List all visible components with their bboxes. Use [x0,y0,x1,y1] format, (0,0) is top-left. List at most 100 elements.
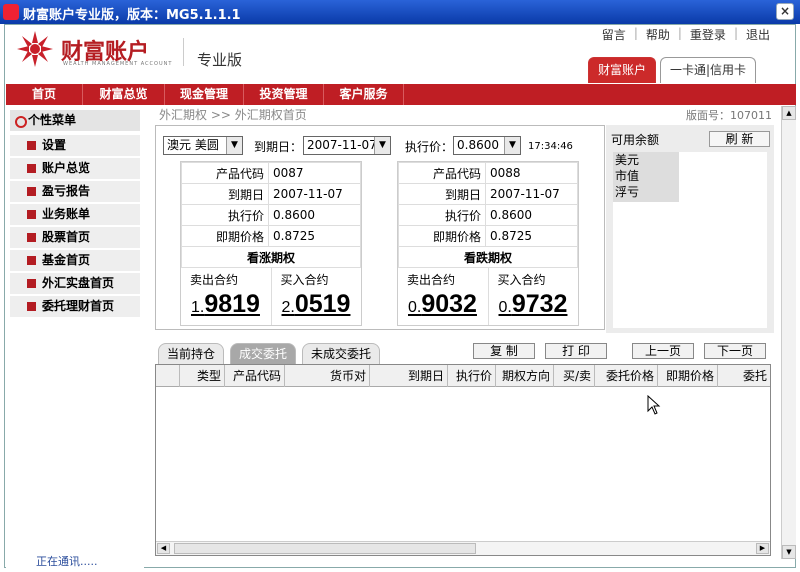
list-item[interactable]: 浮亏 [613,184,679,200]
expiry-select[interactable]: 2007-11-07 ▼ [303,136,391,155]
quote-row: 卖出合约 1.9819 买入合约 2.0519 [181,268,361,325]
close-button[interactable]: × [776,3,794,20]
nav-customer-service[interactable]: 客户服务 [324,84,404,105]
brand-divider [183,38,184,66]
nav-cash-management[interactable]: 现金管理 [165,84,244,105]
scroll-up-icon[interactable]: ▲ [782,106,796,120]
mouse-cursor-icon [647,395,661,415]
column-header[interactable]: 期权方向 [496,365,554,387]
column-header[interactable]: 产品代码 [225,365,285,387]
sidebar-item-statements[interactable]: 业务账单 [10,204,140,225]
sell-quote[interactable]: 卖出合约 0.9032 [398,268,489,325]
balance-panel: 可用余额 刷 新 美元 市值 浮亏 [606,125,774,333]
buy-quote[interactable]: 买入合约 2.0519 [272,268,362,325]
prev-page-button[interactable]: 上一页 [632,343,694,359]
nav-bar: 首页 财富总览 现金管理 投资管理 客户服务 [6,84,796,105]
strike-label: 执行价： [405,140,454,154]
scroll-thumb[interactable] [174,543,476,554]
app-icon [3,4,19,20]
tab-open-orders[interactable]: 未成交委托 [302,343,381,364]
sidebar-header[interactable]: 个性菜单 [10,110,140,131]
sidebar-item-pnl-report[interactable]: 盈亏报告 [10,181,140,202]
scroll-right-icon[interactable]: ▶ [756,543,769,554]
sidebar: 个性菜单 设置 账户总览 盈亏报告 业务账单 股票首页 基金首页 外汇实盘首页 … [6,108,144,568]
tab-filled-orders[interactable]: 成交委托 [230,343,297,364]
list-item[interactable]: 美元 [613,152,679,168]
column-header [156,365,180,387]
checkbox-icon [27,256,36,265]
column-header[interactable]: 委托 [718,365,770,387]
nav-wealth-overview[interactable]: 财富总览 [83,84,165,105]
call-option-card: 产品代码 0087 到期日 2007-11-07 执行价 0.8600 即期价格 0.8… [180,161,362,326]
column-header[interactable]: 即期价格 [658,365,718,387]
sidebar-item-label: 基金首页 [42,253,91,267]
checkbox-icon [27,187,36,196]
option-type-title: 看涨期权 [181,246,361,268]
currency-pair-select[interactable]: 澳元 美圆 ▼ [163,136,243,155]
version-label: 版面号：107011 [686,109,772,122]
sidebar-item-label: 设置 [42,138,67,152]
sidebar-item-label: 盈亏报告 [42,184,91,198]
buy-quote[interactable]: 买入合约 0.9732 [489,268,579,325]
top-links: 留言 | 帮助 | 重登录 | 退出 [594,26,778,43]
horizontal-scrollbar[interactable]: ◀ ▶ [156,541,770,555]
vertical-scrollbar[interactable]: ▲ ▼ [781,106,796,559]
sidebar-item-stocks[interactable]: 股票首页 [10,227,140,248]
field-label: 到期日 [398,183,486,205]
price-prefix: 1. [191,299,205,316]
sell-quote[interactable]: 卖出合约 1.9819 [181,268,272,325]
link-message[interactable]: 留言 [594,26,634,43]
sell-price: 0.9032 [408,290,477,319]
checkbox-icon [27,141,36,150]
checkbox-icon [27,164,36,173]
table-header: 类型 产品代码 货币对 到期日 执行价 期权方向 买/卖 委托价格 即期价格 委… [156,365,770,387]
nav-home[interactable]: 首页 [6,84,83,105]
column-header[interactable]: 买/卖 [554,365,595,387]
chevron-down-icon: ▼ [374,137,390,154]
next-page-button[interactable]: 下一页 [704,343,766,359]
field-label: 产品代码 [181,162,269,184]
link-logout[interactable]: 退出 [738,26,778,43]
breadcrumb: 外汇期权 >> 外汇期权首页 [159,108,307,122]
column-header[interactable]: 执行价 [448,365,496,387]
sidebar-item-settings[interactable]: 设置 [10,135,140,156]
nav-investment[interactable]: 投资管理 [244,84,324,105]
tab-card[interactable]: 一卡通|信用卡 [660,57,757,83]
status-text: 正在通讯..... [36,555,98,568]
tab-current-positions[interactable]: 当前持仓 [158,343,225,364]
print-button[interactable]: 打 印 [545,343,607,359]
sell-price: 1.9819 [191,290,260,319]
sidebar-item-label: 股票首页 [42,230,91,244]
sidebar-item-account-overview[interactable]: 账户总览 [10,158,140,179]
sell-label: 卖出合约 [407,273,456,287]
link-relogin[interactable]: 重登录 [682,26,734,43]
column-header[interactable]: 类型 [180,365,225,387]
list-item[interactable]: 市值 [613,168,679,184]
field-value: 0.8725 [268,225,361,247]
scroll-down-icon[interactable]: ▼ [782,545,796,559]
checkbox-icon [27,279,36,288]
price-digits: 9032 [421,290,477,318]
sidebar-item-funds[interactable]: 基金首页 [10,250,140,271]
column-header[interactable]: 委托价格 [595,365,658,387]
link-help[interactable]: 帮助 [638,26,678,43]
sidebar-item-forex[interactable]: 外汇实盘首页 [10,273,140,294]
tab-wealth-account[interactable]: 财富账户 [588,57,657,83]
copy-button[interactable]: 复 制 [473,343,535,359]
field-value: 0.8725 [485,225,578,247]
price-prefix: 0. [498,299,512,316]
field-label: 执行价 [398,204,486,226]
sidebar-item-entrusted[interactable]: 委托理财首页 [10,296,140,317]
field-label: 即期价格 [398,225,486,247]
column-header[interactable]: 货币对 [285,365,370,387]
chevron-down-icon: ▼ [226,137,242,154]
edition-label: 专业版 [197,51,243,69]
price-digits: 9732 [511,290,568,318]
expiry-label: 到期日： [254,140,303,154]
scroll-left-icon[interactable]: ◀ [157,543,170,554]
column-header[interactable]: 到期日 [370,365,448,387]
strike-select[interactable]: 0.8600 ▼ [453,136,521,155]
checkbox-icon [27,210,36,219]
field-label: 产品代码 [398,162,486,184]
refresh-button[interactable]: 刷 新 [709,131,770,147]
